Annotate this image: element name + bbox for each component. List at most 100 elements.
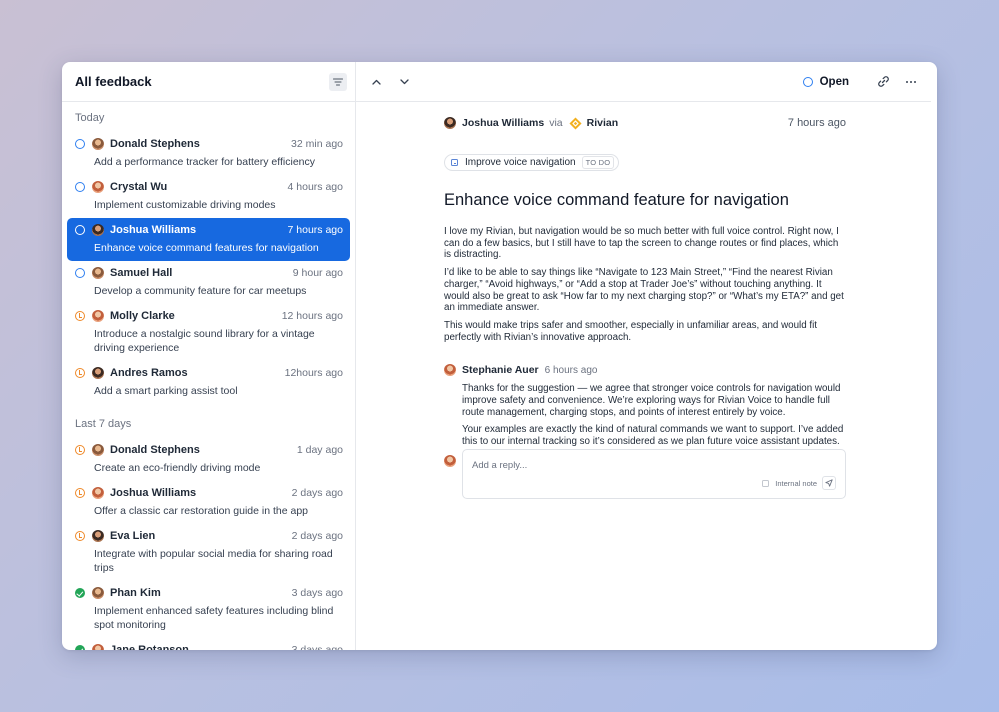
feedback-item-header: Donald Stephens 32 min ago <box>75 137 343 151</box>
feedback-list-item[interactable]: Joshua Williams 2 days ago Offer a classic… <box>67 481 350 524</box>
avatar <box>92 310 104 322</box>
author-avatar <box>444 117 456 129</box>
feedback-summary: Implement customizable driving modes <box>94 199 276 211</box>
internal-note-checkbox[interactable] <box>762 480 770 487</box>
reply-input[interactable] <box>472 458 772 472</box>
feedback-list-item[interactable]: Andres Ramos 12hours ago Add a smart parki… <box>67 361 350 404</box>
task-status-badge: TO DO <box>581 156 615 169</box>
send-icon <box>825 479 833 487</box>
task-checkbox-icon <box>451 159 458 166</box>
feedback-detail-pane: Open Joshua Williams via Rivian 7 hours … <box>356 62 937 650</box>
feedback-author: Molly Clarke <box>110 310 175 322</box>
filter-button[interactable] <box>329 72 347 91</box>
feedback-summary: Introduce a nostalgic sound library for … <box>94 328 315 354</box>
feedback-item-header: Andres Ramos 12hours ago <box>75 366 343 380</box>
next-button[interactable] <box>396 74 412 90</box>
status-dropdown[interactable]: Open <box>802 75 849 88</box>
open-status-icon <box>75 182 85 192</box>
more-options-button[interactable] <box>903 74 919 90</box>
feedback-list-item[interactable]: Phan Kim 3 days ago Implement enhanced saf… <box>67 581 350 638</box>
feedback-list-item[interactable]: Eva Lien 2 days ago Integrate with popular… <box>67 524 350 581</box>
feedback-list-item[interactable]: Jane Rotanson3 days agoDevelop a loyalty… <box>67 638 350 650</box>
feedback-list-item[interactable]: Crystal Wu 4 hours ago Implement customiza… <box>67 175 350 218</box>
reply-paragraph: Thanks for the suggestion — we agree tha… <box>462 383 841 418</box>
feedback-author: Joshua Williams <box>110 224 197 236</box>
previous-button[interactable] <box>368 74 384 90</box>
feedback-summary: Offer a classic car restoration guide in… <box>94 505 309 517</box>
feedback-time: 2 days ago <box>291 530 343 542</box>
reply-author: Stephanie Auer <box>462 364 539 377</box>
copy-link-button[interactable] <box>875 74 891 90</box>
feedback-paragraph: This would make trips safer and smoother… <box>444 319 818 343</box>
feedback-item-header: Joshua Williams 2 days ago <box>75 486 343 500</box>
avatar <box>92 530 104 542</box>
status-label: Open <box>819 75 849 88</box>
filter-icon <box>333 77 343 86</box>
avatar <box>92 587 104 599</box>
feedback-body: I love my Rivian, but navigation would b… <box>444 226 846 343</box>
feedback-list-header: All feedback <box>62 62 355 102</box>
feedback-time: 1 day ago <box>296 444 343 456</box>
feedback-list-item[interactable]: Donald Stephens 1 day ago Create an eco-fr… <box>67 438 350 481</box>
feedback-item-header: Jane Rotanson 3 days ago <box>75 643 343 650</box>
feedback-list: Today Donald Stephens 32 min ago Add a perf… <box>62 111 355 650</box>
feedback-time: 12 hours ago <box>281 310 343 322</box>
avatar <box>92 138 104 150</box>
more-icon <box>906 80 916 83</box>
feedback-time: 4 hours ago <box>287 181 343 193</box>
open-status-icon <box>802 76 813 87</box>
avatar <box>92 644 104 650</box>
feedback-author: Crystal Wu <box>110 181 168 193</box>
chevron-up-icon <box>371 79 381 85</box>
linked-task-chip[interactable]: Improve voice navigation TO DO <box>444 154 620 171</box>
author-name[interactable]: Joshua Williams <box>462 117 544 129</box>
feedback-list-item[interactable]: Donald Stephens 32 min ago Add a performan… <box>67 132 350 175</box>
rivian-logo-icon <box>569 116 582 130</box>
internal-note-label: Internal note <box>775 479 817 488</box>
feedback-author: Jane Rotanson <box>110 644 189 650</box>
avatar <box>92 224 104 236</box>
feedback-paragraph: I’d like to be able to say things like “… <box>444 267 844 314</box>
reply-composer-row: Internal note <box>444 449 846 499</box>
feedback-item-header: Joshua Williams 7 hours ago <box>75 223 343 237</box>
feedback-summary: Enhance voice command features for navig… <box>94 242 319 254</box>
feedback-list-item[interactable]: Molly Clarke 12 hours ago Introduce a nost… <box>67 304 350 361</box>
feedback-list-item[interactable]: Joshua Williams 7 hours ago Enhance voice … <box>67 218 350 261</box>
via-label: via <box>549 117 563 129</box>
feedback-item-header: Phan Kim 3 days ago <box>75 586 343 600</box>
section-label: Today <box>75 112 105 124</box>
avatar <box>92 181 104 193</box>
feedback-detail: Joshua Williams via Rivian 7 hours ago I… <box>444 116 846 454</box>
feedback-list-item[interactable]: Samuel Hall 9 hour ago Develop a community… <box>67 261 350 304</box>
section-label: Last 7 days <box>75 418 132 430</box>
internal-note-toggle[interactable]: Internal note <box>762 479 817 488</box>
avatar <box>92 487 104 499</box>
feedback-time: 32 min ago <box>291 138 343 150</box>
reply-meta: Stephanie Auer 6 hours ago <box>444 363 846 377</box>
feedback-author: Donald Stephens <box>110 138 200 150</box>
link-icon <box>877 76 889 87</box>
chevron-down-icon <box>399 78 409 84</box>
reply-time: 6 hours ago <box>544 364 598 376</box>
in-progress-status-icon <box>75 368 85 378</box>
feedback-summary: Integrate with popular social media for … <box>94 548 333 574</box>
feedback-time: 3 days ago <box>291 644 343 650</box>
feedback-time: 7 hours ago <box>287 224 343 236</box>
feedback-time: 12hours ago <box>284 367 343 379</box>
in-progress-status-icon <box>75 531 85 541</box>
feedback-title: Enhance voice command feature for naviga… <box>444 191 789 209</box>
open-status-icon <box>75 225 85 235</box>
current-user-avatar <box>444 455 456 467</box>
reply-composer[interactable]: Internal note <box>462 449 846 499</box>
in-progress-status-icon <box>75 488 85 498</box>
avatar <box>92 267 104 279</box>
feedback-list-pane: All feedback Today Donald Stephens 32 min … <box>62 62 356 650</box>
feedback-author: Eva Lien <box>110 530 156 542</box>
feedback-author: Phan Kim <box>110 587 161 599</box>
feedback-time: 7 hours ago <box>787 117 846 129</box>
company-name[interactable]: Rivian <box>587 117 788 129</box>
feedback-summary: Add a performance tracker for battery ef… <box>94 156 315 168</box>
send-button[interactable] <box>822 476 836 490</box>
feedback-meta: Joshua Williams via Rivian 7 hours ago <box>444 116 846 130</box>
feedback-item-header: Molly Clarke 12 hours ago <box>75 309 343 323</box>
